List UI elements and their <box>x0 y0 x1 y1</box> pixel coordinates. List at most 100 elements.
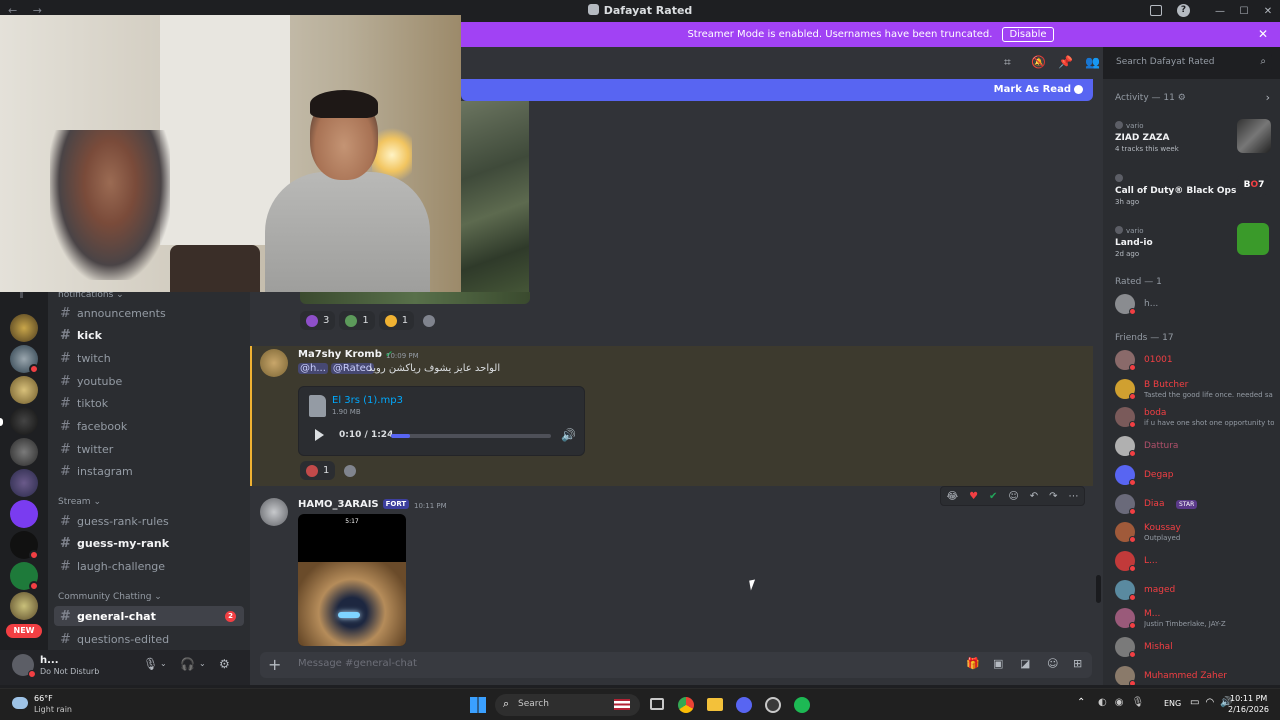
member-item[interactable]: h... <box>1115 292 1275 318</box>
threads-icon[interactable]: ⌗ <box>1004 55 1011 70</box>
server-icon[interactable] <box>10 407 38 435</box>
apps-icon[interactable]: ⊞ <box>1073 657 1082 670</box>
category-notifications[interactable]: notifications ⌄ <box>58 292 124 300</box>
reaction-eggplant[interactable]: 3 <box>300 311 336 330</box>
member-item[interactable]: 01001 <box>1115 348 1275 374</box>
task-view-icon[interactable] <box>650 698 664 710</box>
add-reaction-button[interactable] <box>418 311 440 330</box>
heart-reaction-icon[interactable]: ♥ <box>969 491 978 502</box>
taskbar-search[interactable]: ⌕ Search <box>495 694 640 716</box>
mark-as-read-bar[interactable]: Mark As Read <box>461 79 1093 101</box>
channel-facebook[interactable]: # facebook <box>54 417 244 437</box>
obs-icon[interactable] <box>765 697 781 713</box>
play-icon[interactable] <box>315 429 324 441</box>
reply-icon[interactable]: ↶ <box>1030 491 1038 502</box>
discord-taskbar-icon[interactable] <box>736 697 752 713</box>
tray-icons[interactable]: ◐◉🎙 <box>1098 697 1152 708</box>
message-author[interactable]: Ma7shy Kromb ✔ <box>298 349 393 360</box>
reaction-cup[interactable]: 1 <box>339 311 375 330</box>
chevron-right-icon[interactable]: › <box>1266 91 1270 104</box>
message-input[interactable]: Message #general-chat <box>298 658 417 669</box>
category-stream[interactable]: Stream ⌄ <box>58 497 101 507</box>
avatar[interactable] <box>260 349 288 377</box>
search-box[interactable]: Search Dafayat Rated ⌕ <box>1110 53 1272 72</box>
chat-scrollbar[interactable] <box>1096 575 1101 603</box>
minimize-icon[interactable]: — <box>1208 0 1232 22</box>
activity-item[interactable]: vario Land-io 2d ago <box>1115 226 1153 258</box>
rail-collapse-icon[interactable]: ⫴ <box>20 291 23 301</box>
reaction-laugh[interactable]: 1 <box>378 311 415 330</box>
server-icon[interactable] <box>10 469 38 497</box>
image-attachment-bottom[interactable] <box>300 292 530 304</box>
video-attachment[interactable]: 5:17 <box>298 514 406 646</box>
activity-item[interactable]: Call of Duty® Black Ops 7 3h ago <box>1115 174 1246 206</box>
member-item[interactable]: B Butcher Tasted the good life once. need… <box>1115 377 1275 403</box>
more-icon[interactable]: ⋯ <box>1068 491 1078 502</box>
channel-guess-my-rank[interactable]: # guess-my-rank <box>54 534 244 554</box>
member-item[interactable]: maged <box>1115 578 1275 604</box>
spotify-icon[interactable] <box>794 697 810 713</box>
sticker-icon[interactable]: ◪ <box>1020 657 1030 670</box>
forward-icon[interactable]: ↷ <box>1049 491 1057 502</box>
image-attachment[interactable] <box>461 101 529 303</box>
channel-general-chat[interactable]: # general-chat 2 <box>54 606 244 626</box>
help-icon[interactable]: ? <box>1177 4 1190 17</box>
mute-icon[interactable]: 🔕 <box>1031 55 1046 69</box>
add-reaction-icon[interactable]: ☺ <box>1008 491 1018 502</box>
headphones-icon[interactable]: 🎧 <box>180 657 195 671</box>
attach-plus-icon[interactable]: + <box>268 655 281 674</box>
channel-laugh-challenge[interactable]: # laugh-challenge <box>54 556 244 576</box>
audio-seek-bar[interactable] <box>391 434 551 438</box>
member-item[interactable]: Degap <box>1115 463 1275 489</box>
channel-twitter[interactable]: # twitter <box>54 439 244 459</box>
channel-kick[interactable]: # kick <box>54 326 244 346</box>
clock-time[interactable]: 10:11 PM <box>1230 694 1267 703</box>
channel-twitch[interactable]: # twitch <box>54 348 244 368</box>
member-item[interactable]: M... Justin Timberlake, JAY-Z <box>1115 606 1275 632</box>
add-reaction-button[interactable] <box>339 461 361 480</box>
channel-instagram[interactable]: # instagram <box>54 462 244 482</box>
member-list-icon[interactable]: 👥 <box>1085 55 1100 69</box>
volume-icon[interactable]: 🔊 <box>561 428 576 442</box>
settings-gear-icon[interactable]: ⚙ <box>219 657 230 671</box>
tray-chevron-icon[interactable]: ⌃ <box>1077 697 1085 708</box>
member-item[interactable]: Koussay Outplayed <box>1115 520 1275 546</box>
server-icon[interactable] <box>10 314 38 342</box>
emoji-icon[interactable]: ☺ <box>1047 657 1058 670</box>
settings-icon[interactable]: ⚙ <box>1178 93 1186 103</box>
activity-item[interactable]: vario ZIAD ZAZA 4 tracks this week <box>1115 121 1179 153</box>
channel-youtube[interactable]: # youtube <box>54 371 244 391</box>
reaction-person[interactable]: 1 <box>300 461 336 480</box>
channel-questions-edited[interactable]: # questions-edited <box>54 629 244 649</box>
banner-close-icon[interactable]: ✕ <box>1258 27 1268 41</box>
mention-user[interactable]: @h... <box>298 363 328 374</box>
pin-icon[interactable]: 📌 <box>1058 55 1073 69</box>
disable-streamer-button[interactable]: Disable <box>1002 27 1054 42</box>
gif-icon[interactable]: ▣ <box>993 657 1003 670</box>
server-icon[interactable] <box>10 592 38 620</box>
close-window-icon[interactable]: ✕ <box>1256 0 1280 22</box>
message-author[interactable]: HAMO_3ARAIS FORT <box>298 499 410 510</box>
avatar[interactable] <box>260 498 288 526</box>
clock-date[interactable]: 2/16/2026 <box>1228 705 1269 714</box>
weather-icon[interactable] <box>12 697 28 709</box>
chevron-down-icon[interactable]: ⌄ <box>160 659 167 668</box>
user-name[interactable]: h... <box>40 655 59 666</box>
gift-icon[interactable]: 🎁 <box>966 657 980 670</box>
new-unreads-badge[interactable]: NEW <box>6 624 42 638</box>
member-item[interactable]: Dattura <box>1115 434 1275 460</box>
member-item[interactable]: Muhammed Zaher <box>1115 664 1275 685</box>
microphone-icon[interactable]: 🎙 <box>143 657 158 671</box>
channel-tiktok[interactable]: # tiktok <box>54 394 244 414</box>
chrome-icon[interactable] <box>678 697 694 713</box>
member-item[interactable]: boda if u have one shot one opportunity t… <box>1115 405 1275 431</box>
inbox-icon[interactable] <box>1150 5 1162 16</box>
server-icon[interactable] <box>10 376 38 404</box>
check-reaction-icon[interactable]: ✔ <box>989 491 997 502</box>
weather-temp[interactable]: 66°F <box>34 694 53 703</box>
explorer-icon[interactable] <box>707 698 723 711</box>
member-item[interactable]: L... <box>1115 549 1275 575</box>
language-indicator[interactable]: ENG <box>1164 699 1181 708</box>
maximize-icon[interactable]: ☐ <box>1232 0 1256 22</box>
channel-guess-rank-rules[interactable]: # guess-rank-rules <box>54 511 244 531</box>
